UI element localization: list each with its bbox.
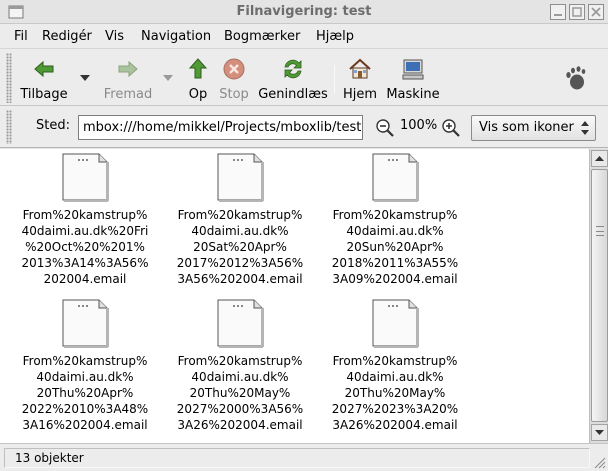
forward-arrow-icon [118, 60, 138, 78]
up-arrow-icon [188, 58, 208, 79]
computer-label: Maskine [386, 87, 440, 102]
computer-icon [402, 59, 424, 80]
title-bar: Filnavigering: test [0, 0, 608, 24]
maximize-button[interactable] [569, 4, 585, 20]
file-item[interactable]: From%20kamstrup% 40daimi.au.dk% 20Sat%20Ap… [165, 151, 315, 293]
status-text: 13 objekter [4, 448, 590, 468]
view-as-value: Vis som ikoner [479, 120, 574, 135]
file-item[interactable]: From%20kamstrup% 40daimi.au.dk%20Fri %20Oc… [10, 151, 160, 293]
scroll-down-button[interactable] [591, 424, 608, 441]
file-name: From%20kamstrup% 40daimi.au.dk% 20Sun%20Ap… [331, 208, 459, 286]
reload-label: Genindlæs [258, 87, 328, 102]
document-file-icon [62, 153, 109, 202]
chevron-up-down-icon [581, 121, 589, 135]
file-item[interactable]: From%20kamstrup% 40daimi.au.dk% 20Thu%20Ma… [320, 297, 470, 439]
computer-button[interactable]: Maskine [384, 53, 442, 103]
menu-navigation[interactable]: Navigation [141, 28, 211, 46]
document-file-icon [217, 153, 264, 202]
home-icon [349, 58, 371, 79]
menu-view[interactable]: Vis [105, 28, 124, 46]
scroll-down-arrow-icon [595, 430, 604, 435]
reload-button[interactable]: Genindlæs [258, 53, 328, 103]
file-name: From%20kamstrup% 40daimi.au.dk%20Fri %20Oc… [21, 208, 149, 286]
scrollbar-thumb-grip [596, 226, 604, 236]
toolbar-grip[interactable] [6, 53, 12, 103]
minimize-icon [554, 14, 562, 16]
location-bar-grip[interactable] [6, 110, 12, 144]
menu-help[interactable]: Hjælp [316, 28, 354, 46]
back-button[interactable]: Tilbage [18, 53, 70, 103]
reload-icon [284, 59, 302, 79]
file-name: From%20kamstrup% 40daimi.au.dk% 20Thu%20Ma… [331, 354, 459, 432]
file-icon-view[interactable]: From%20kamstrup% 40daimi.au.dk%20Fri %20Oc… [0, 149, 589, 443]
file-item[interactable]: From%20kamstrup% 40daimi.au.dk% 20Thu%20Ma… [165, 297, 315, 439]
stop-button[interactable]: Stop [216, 53, 252, 103]
file-name: From%20kamstrup% 40daimi.au.dk% 20Sat%20Ap… [176, 208, 304, 286]
document-file-icon [217, 299, 264, 348]
document-file-icon [62, 299, 109, 348]
zoom-out-icon[interactable] [375, 118, 395, 138]
home-label: Hjem [342, 87, 378, 102]
close-button[interactable] [588, 4, 604, 20]
file-name: From%20kamstrup% 40daimi.au.dk% 20Thu%20Ma… [176, 354, 304, 432]
scroll-up-arrow-icon [595, 156, 604, 161]
minimize-button[interactable] [550, 4, 566, 20]
status-bar: 13 objekter [0, 443, 608, 471]
toolbar-separator [334, 65, 335, 93]
zoom-level[interactable]: 100% [400, 118, 437, 133]
home-button[interactable]: Hjem [340, 53, 380, 103]
menu-file[interactable]: Fil [14, 28, 28, 46]
menu-edit[interactable]: Redigér [42, 28, 92, 46]
back-label: Tilbage [20, 87, 68, 102]
document-file-icon [372, 153, 419, 202]
close-icon [591, 7, 601, 17]
stop-label: Stop [219, 87, 249, 102]
location-bar: Sted: mbox:///home/mikkel/Projects/mboxl… [0, 106, 608, 148]
file-item[interactable]: From%20kamstrup% 40daimi.au.dk% 20Sun%20Ap… [320, 151, 470, 293]
scroll-up-button[interactable] [591, 150, 608, 167]
location-input[interactable]: mbox:///home/mikkel/Projects/mboxlib/tes… [78, 115, 363, 140]
stop-icon [223, 58, 245, 80]
window-title: Filnavigering: test [236, 4, 372, 19]
menu-bookmarks[interactable]: Bogmærker [224, 28, 300, 46]
back-arrow-icon [34, 60, 54, 78]
gnome-foot-icon [566, 66, 586, 90]
vertical-scrollbar[interactable] [589, 149, 608, 443]
up-button[interactable]: Op [182, 53, 214, 103]
scrollbar-thumb[interactable] [591, 169, 608, 422]
toolbar: Tilbage Fremad Op Stop Genindlæs Hjem Ma… [0, 48, 608, 106]
file-item[interactable]: From%20kamstrup% 40daimi.au.dk% 20Thu%20Ap… [10, 297, 160, 439]
forward-history-dropdown-icon[interactable] [163, 75, 173, 81]
up-label: Op [188, 87, 208, 102]
resize-grip-icon[interactable] [592, 455, 606, 469]
maximize-icon [572, 7, 582, 17]
forward-label: Fremad [103, 87, 153, 102]
location-label: Sted: [36, 118, 70, 133]
view-as-select[interactable]: Vis som ikoner [471, 115, 596, 141]
file-name: From%20kamstrup% 40daimi.au.dk% 20Thu%20Ap… [21, 354, 149, 432]
document-file-icon [372, 299, 419, 348]
back-history-dropdown-icon[interactable] [80, 75, 90, 81]
menu-bar: Fil Redigér Vis Navigation Bogmærker Hjæ… [0, 24, 608, 48]
forward-button[interactable]: Fremad [100, 53, 156, 103]
zoom-in-icon[interactable] [441, 118, 461, 138]
